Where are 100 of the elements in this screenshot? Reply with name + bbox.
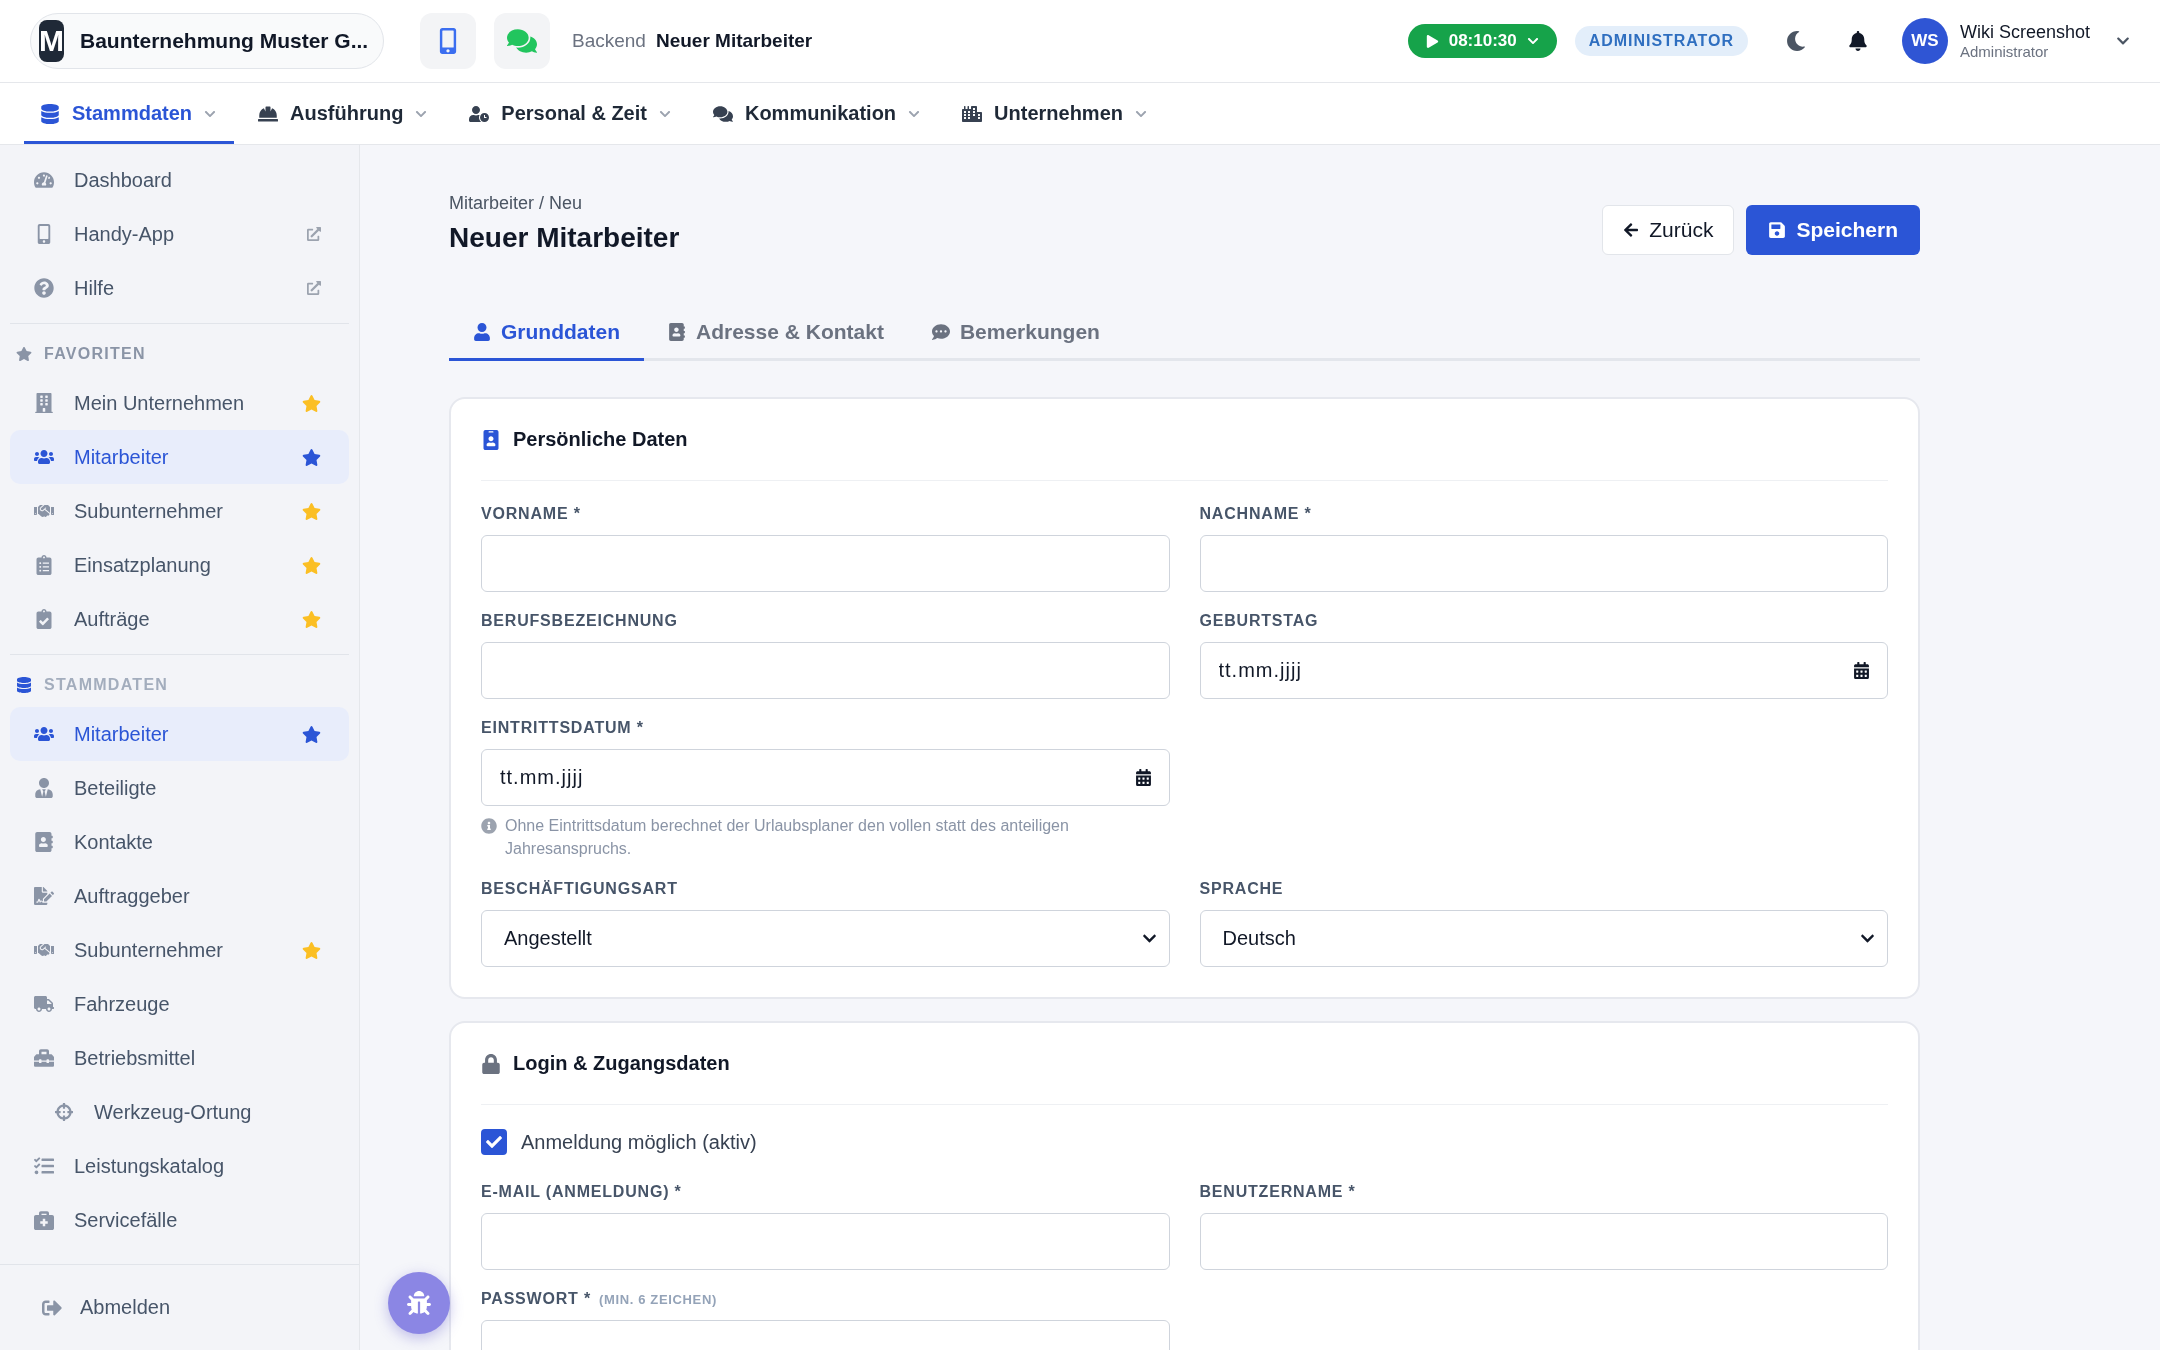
save-button[interactable]: Speichern (1746, 205, 1920, 255)
input-field[interactable] (1199, 535, 1888, 592)
help-icon (34, 278, 54, 298)
sidebar-label: Mitarbeiter (74, 445, 170, 469)
database-icon (16, 677, 32, 693)
sidebar-item[interactable]: Mein Unternehmen (10, 376, 349, 430)
field-label: PASSWORT * (481, 1290, 591, 1309)
truck-icon (34, 994, 54, 1014)
breadcrumb: Mitarbeiter / Neu (449, 193, 584, 214)
select-field[interactable]: Deutsch (1199, 910, 1888, 968)
play-icon (1425, 34, 1439, 48)
moon-icon[interactable] (1785, 31, 1806, 51)
sidebar-item[interactable]: Dashboard (10, 153, 349, 207)
sidebar-item[interactable]: Subunternehmer (10, 923, 349, 977)
sidebar-item[interactable]: Handy-App (10, 207, 349, 261)
page-title: Neuer Mitarbeiter (449, 222, 681, 254)
checkmark-icon (486, 1134, 502, 1151)
nav-tab[interactable]: Ausführung (242, 83, 446, 144)
sidebar-item[interactable]: Beteiligte (10, 761, 349, 815)
nav-tab[interactable]: Unternehmen (946, 83, 1165, 144)
sidebar-item[interactable]: Einsatzplanung (10, 538, 349, 592)
contact-book-icon (668, 322, 686, 341)
calendar-icon[interactable] (1853, 662, 1870, 679)
sidebar-item[interactable]: Auftraggeber (10, 869, 349, 923)
database-icon (40, 103, 60, 124)
tab[interactable]: Bemerkungen (907, 305, 1124, 361)
sidebar-label: Dashboard (74, 168, 173, 192)
section-title: STAMMDATEN (44, 676, 169, 694)
sidebar-label: Fahrzeuge (74, 992, 171, 1016)
sidebar-item[interactable]: Subunternehmer (10, 484, 349, 538)
crosshair-icon (55, 1103, 73, 1121)
sidebar-label: Kontakte (74, 830, 154, 854)
building-icon (34, 393, 54, 413)
star-icon[interactable] (302, 393, 321, 413)
star-icon[interactable] (302, 447, 321, 467)
company-switcher[interactable]: M Baunternehmung Muster G... (30, 13, 384, 69)
bell-icon[interactable] (1847, 31, 1868, 51)
field-label: EINTRITTSDATUM * (481, 719, 645, 737)
sidebar-item[interactable]: Leistungskatalog (10, 1139, 349, 1193)
sidebar-item[interactable]: Mitarbeiter (10, 430, 349, 484)
star-icon[interactable] (302, 940, 321, 960)
arrow-left-icon (1623, 222, 1640, 238)
bug-report-button[interactable] (388, 1272, 450, 1334)
sidebar-item[interactable]: Kontakte (10, 815, 349, 869)
dashboard-icon (34, 170, 54, 190)
star-icon[interactable] (302, 555, 321, 575)
select-field[interactable]: Angestellt (481, 910, 1170, 968)
input-field[interactable] (481, 1213, 1170, 1271)
card-title: Persönliche Daten (513, 428, 688, 451)
logout-link[interactable]: Abmelden (0, 1264, 359, 1350)
input-field[interactable] (481, 642, 1170, 699)
sidebar-label: Mitarbeiter (74, 722, 170, 746)
sidebar-label: Hilfe (74, 276, 115, 300)
calendar-icon[interactable] (1134, 769, 1152, 786)
checkbox-label: Anmeldung möglich (aktiv) (521, 1130, 757, 1154)
hint-text: Ohne Eintrittsdatum berechnet der Urlaubsplaner den vollen statt des anteiligen Jahresanspruchs. (505, 816, 1070, 860)
field-label: BESCHÄFTIGUNGSART (481, 880, 679, 899)
sidebar-label: Beteiligte (74, 776, 158, 800)
field-label: VORNAME * (481, 505, 581, 523)
field-label: E-MAIL (ANMELDUNG) * (481, 1183, 682, 1202)
field-label: GEBURTSTAG (1199, 612, 1320, 630)
phone-button[interactable] (420, 13, 476, 69)
star-icon (16, 346, 32, 362)
avatar[interactable]: WS (1901, 18, 1948, 64)
sidebar-item[interactable]: Hilfe (10, 261, 349, 315)
sidebar-label: Leistungskatalog (74, 1154, 226, 1178)
chat-icon (507, 26, 537, 56)
tab[interactable]: Adresse & Kontakt (644, 305, 908, 361)
back-button[interactable]: Zurück (1602, 205, 1735, 255)
chat-button[interactable] (494, 13, 550, 69)
speech-bubble-icon (931, 322, 950, 341)
card-title: Login & Zugangsdaten (513, 1052, 730, 1076)
star-icon[interactable] (302, 724, 321, 744)
input-field[interactable] (481, 535, 1170, 592)
clipboard-icon (34, 555, 54, 575)
section-title: FAVORITEN (44, 345, 146, 363)
sidebar-item[interactable]: Mitarbeiter (10, 707, 349, 761)
star-icon[interactable] (302, 501, 321, 521)
tab[interactable]: Grunddaten (449, 305, 644, 361)
buildings-icon (962, 103, 983, 124)
nav-tab[interactable]: Kommunikation (696, 83, 939, 144)
sidebar-item[interactable]: Fahrzeuge (10, 977, 349, 1031)
breadcrumb-current: Neuer Mitarbeiter (655, 30, 813, 52)
input-field[interactable] (1199, 1213, 1888, 1271)
breadcrumb-text: Backend (572, 30, 646, 52)
field-label: SPRACHE (1199, 880, 1285, 899)
role-badge: ADMINISTRATOR (1574, 26, 1748, 56)
date-field[interactable]: tt.mm.jjjj (481, 749, 1170, 806)
star-icon[interactable] (302, 609, 321, 629)
sidebar-item[interactable]: Werkzeug-Ortung (10, 1085, 349, 1139)
info-icon (481, 818, 497, 834)
sidebar-item[interactable]: Aufträge (10, 592, 349, 646)
checkbox[interactable] (481, 1129, 507, 1156)
users-icon (34, 447, 54, 467)
field-label: NACHNAME * (1199, 505, 1312, 523)
nav-tab[interactable]: Personal & Zeit (453, 83, 689, 144)
field-label: BENUTZERNAME * (1199, 1183, 1356, 1202)
date-field[interactable]: tt.mm.jjjj (1199, 642, 1888, 699)
sidebar-item[interactable]: Servicefälle (10, 1193, 349, 1247)
sidebar-item[interactable]: Betriebsmittel (10, 1031, 349, 1085)
